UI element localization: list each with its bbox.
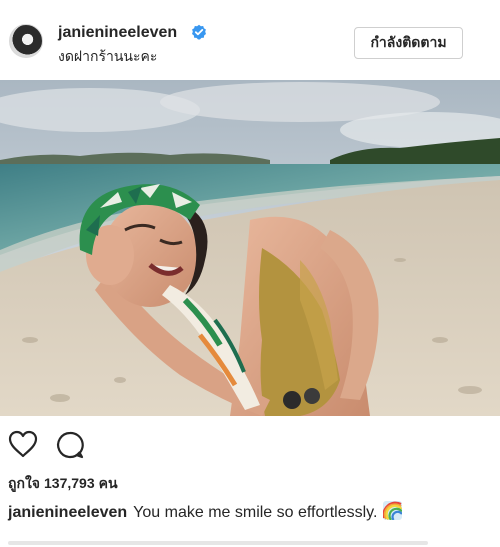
likes-number: 137,793 xyxy=(44,475,95,491)
post-photo[interactable] xyxy=(0,80,500,416)
following-button[interactable]: กำลังติดตาม xyxy=(354,27,463,59)
avatar[interactable] xyxy=(9,24,43,58)
verified-badge-icon xyxy=(192,24,206,40)
rainbow-icon xyxy=(383,501,403,520)
likes-count[interactable]: ถูกใจ 137,793 คน xyxy=(8,473,122,495)
post-actions-bar xyxy=(0,416,500,466)
post-username[interactable]: janienineeleven xyxy=(58,24,177,42)
likes-suffix: คน xyxy=(98,475,118,491)
post-location-subtitle[interactable]: งดฝากร้านนะคะ xyxy=(58,46,157,68)
post-caption: janienineeleven You make me smile so effo… xyxy=(8,501,403,522)
caption-username[interactable]: janienineeleven xyxy=(8,504,127,521)
post-header: janienineeleven งดฝากร้านนะคะ กำลังติดตา… xyxy=(0,0,500,80)
comments-preview-fade xyxy=(8,535,428,547)
comment-bubble-icon[interactable] xyxy=(55,430,85,460)
likes-prefix: ถูกใจ xyxy=(8,475,40,491)
heart-icon[interactable] xyxy=(8,430,38,458)
caption-text: You make me smile so effortlessly. xyxy=(133,504,378,521)
